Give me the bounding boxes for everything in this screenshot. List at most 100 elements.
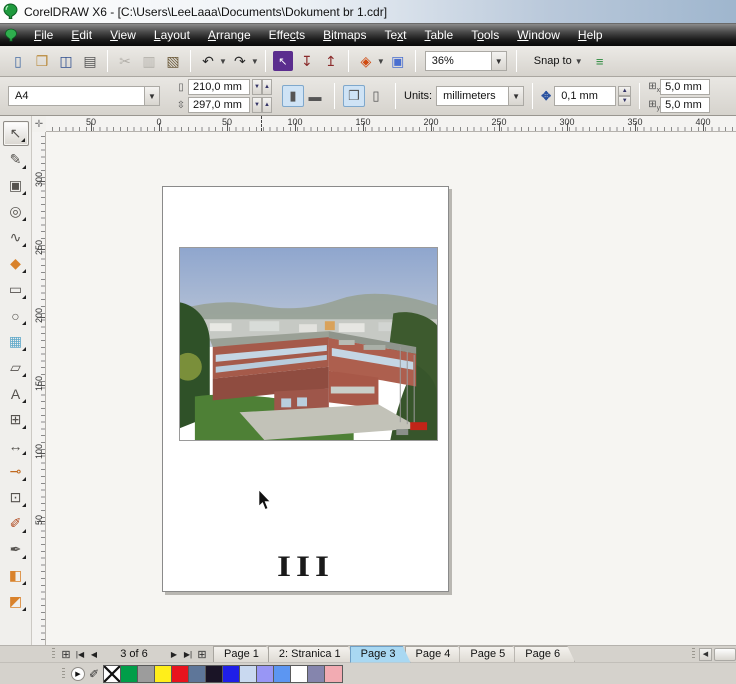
menu-table[interactable]: Table bbox=[416, 25, 463, 45]
zoom-combo-arrow-icon[interactable]: ▼ bbox=[491, 52, 506, 70]
paste-button[interactable]: ▧ bbox=[163, 51, 183, 71]
menu-arrange[interactable]: Arrange bbox=[199, 25, 260, 45]
page-tab-page-4[interactable]: Page 4 bbox=[405, 646, 466, 663]
menu-layout[interactable]: Layout bbox=[145, 25, 199, 45]
duplicate-distance-y-field[interactable]: 5,0 mm bbox=[660, 97, 710, 113]
page-tab-page-3[interactable]: Page 3 bbox=[350, 646, 411, 663]
connector-tool[interactable]: ⊸ bbox=[3, 459, 29, 484]
palette-eyedropper-icon[interactable]: ✐ bbox=[89, 667, 99, 681]
color-swatch[interactable] bbox=[223, 666, 240, 682]
save-button[interactable]: ◫ bbox=[56, 51, 76, 71]
application-launcher-button[interactable]: ◈ bbox=[356, 51, 376, 71]
color-swatch[interactable] bbox=[172, 666, 189, 682]
page-number-mark[interactable]: III bbox=[163, 549, 448, 583]
next-page-button[interactable]: ▶ bbox=[167, 647, 181, 661]
application-launcher-button-dropdown-arrow-icon[interactable]: ▼ bbox=[377, 57, 385, 66]
graph-paper-tool[interactable]: ▦ bbox=[3, 329, 29, 354]
paper-preset-arrow-icon[interactable]: ▼ bbox=[144, 87, 159, 105]
color-swatch[interactable] bbox=[121, 666, 138, 682]
basic-shapes-tool[interactable]: ▱ bbox=[3, 355, 29, 380]
paper-width-field[interactable]: 210,0 mm bbox=[188, 79, 250, 95]
menu-effects[interactable]: Effects bbox=[260, 25, 314, 45]
paper-height-spinner[interactable]: ▼▲ bbox=[252, 97, 272, 113]
color-swatch[interactable] bbox=[155, 666, 172, 682]
freehand-tool[interactable]: ∿ bbox=[3, 225, 29, 250]
shape-tool[interactable]: ✎ bbox=[3, 147, 29, 172]
document-page[interactable]: III bbox=[162, 186, 449, 592]
contour-tool[interactable]: ⊡ bbox=[3, 485, 29, 510]
search-content-button[interactable]: ↖ bbox=[273, 51, 293, 71]
rectangle-tool[interactable]: ▭ bbox=[3, 277, 29, 302]
school-building-aerial-photo[interactable] bbox=[179, 247, 438, 441]
ruler-origin-button[interactable]: ✛ bbox=[32, 116, 46, 132]
color-swatch[interactable] bbox=[240, 666, 257, 682]
menu-tools[interactable]: Tools bbox=[462, 25, 508, 45]
drawing-canvas[interactable]: III bbox=[46, 132, 736, 645]
color-swatch[interactable] bbox=[138, 666, 155, 682]
navigator-grip[interactable] bbox=[52, 648, 55, 660]
color-swatch[interactable] bbox=[189, 666, 206, 682]
current-page-button[interactable]: ▯ bbox=[365, 85, 387, 107]
text-tool[interactable]: A bbox=[3, 381, 29, 406]
horizontal-ruler[interactable]: 50050100150200250300350400 bbox=[46, 116, 736, 132]
scrollbar-grip[interactable] bbox=[692, 648, 695, 660]
snap-to-dropdown[interactable]: Snap to ▼ bbox=[530, 53, 588, 69]
portrait-button[interactable]: ▮ bbox=[282, 85, 304, 107]
last-page-button[interactable]: ▶| bbox=[181, 647, 195, 661]
menu-bitmaps[interactable]: Bitmaps bbox=[314, 25, 375, 45]
redo-button-dropdown-arrow-icon[interactable]: ▼ bbox=[251, 57, 259, 66]
page-tab-2-stranica-1[interactable]: 2: Stranica 1 bbox=[268, 646, 356, 663]
dimension-tool[interactable]: ↔ bbox=[3, 433, 29, 458]
scroll-left-button[interactable]: ◀ bbox=[699, 648, 712, 661]
no-color-swatch[interactable] bbox=[104, 666, 121, 682]
zoom-tool[interactable]: ◎ bbox=[3, 199, 29, 224]
add-page-after-button[interactable]: ⊞ bbox=[195, 647, 209, 661]
paper-height-field[interactable]: 297,0 mm bbox=[188, 97, 250, 113]
nudge-offset-field[interactable]: 0,1 mm bbox=[554, 86, 616, 106]
page-tab-page-5[interactable]: Page 5 bbox=[459, 646, 520, 663]
menu-window[interactable]: Window bbox=[508, 25, 569, 45]
outline-pen-tool[interactable]: ✒ bbox=[3, 537, 29, 562]
color-swatch[interactable] bbox=[257, 666, 274, 682]
ellipse-tool[interactable]: ○ bbox=[3, 303, 29, 328]
interactive-fill-tool[interactable]: ◩ bbox=[3, 589, 29, 614]
color-swatch[interactable] bbox=[291, 666, 308, 682]
import-button[interactable]: ↧ bbox=[297, 51, 317, 71]
units-combo-arrow-icon[interactable]: ▼ bbox=[508, 87, 523, 105]
duplicate-distance-x-field[interactable]: 5,0 mm bbox=[660, 79, 710, 95]
palette-flyout-button[interactable]: ▶ bbox=[71, 667, 85, 681]
all-pages-button[interactable]: ❐ bbox=[343, 85, 365, 107]
previous-page-button[interactable]: ◀ bbox=[87, 647, 101, 661]
welcome-screen-button[interactable]: ▣ bbox=[388, 51, 408, 71]
menu-view[interactable]: View bbox=[101, 25, 145, 45]
fill-tool[interactable]: ◧ bbox=[3, 563, 29, 588]
nudge-offset-spinner[interactable]: ▲▼ bbox=[618, 86, 631, 106]
paper-preset-combo[interactable]: A4 ▼ bbox=[8, 86, 160, 106]
horizontal-scrollbar-thumb[interactable] bbox=[714, 648, 736, 661]
palette-grip[interactable] bbox=[62, 668, 65, 680]
vertical-ruler[interactable]: millimeters 30025020015010050 bbox=[32, 132, 46, 645]
pick-tool[interactable]: ↖ bbox=[3, 121, 29, 146]
undo-button[interactable]: ↶ bbox=[198, 51, 218, 71]
add-page-before-button[interactable]: ⊞ bbox=[59, 647, 73, 661]
page-tab-page-6[interactable]: Page 6 bbox=[514, 646, 575, 663]
units-combo[interactable]: millimeters ▼ bbox=[436, 86, 524, 106]
first-page-button[interactable]: |◀ bbox=[73, 647, 87, 661]
open-button[interactable]: ❒ bbox=[32, 51, 52, 71]
paper-width-spinner[interactable]: ▼▲ bbox=[252, 79, 272, 95]
menu-file[interactable]: File bbox=[25, 25, 62, 45]
color-swatch[interactable] bbox=[308, 666, 325, 682]
page-tab-page-1[interactable]: Page 1 bbox=[213, 646, 274, 663]
color-swatch[interactable] bbox=[206, 666, 223, 682]
table-tool[interactable]: ⊞ bbox=[3, 407, 29, 432]
landscape-button[interactable]: ▬ bbox=[304, 85, 326, 107]
redo-button[interactable]: ↷ bbox=[230, 51, 250, 71]
smart-fill-tool[interactable]: ◆ bbox=[3, 251, 29, 276]
menu-edit[interactable]: Edit bbox=[62, 25, 101, 45]
export-button[interactable]: ↥ bbox=[321, 51, 341, 71]
color-swatch[interactable] bbox=[274, 666, 291, 682]
crop-tool[interactable]: ▣ bbox=[3, 173, 29, 198]
new-document-button[interactable]: ▯ bbox=[8, 51, 28, 71]
menu-help[interactable]: Help bbox=[569, 25, 612, 45]
undo-button-dropdown-arrow-icon[interactable]: ▼ bbox=[219, 57, 227, 66]
